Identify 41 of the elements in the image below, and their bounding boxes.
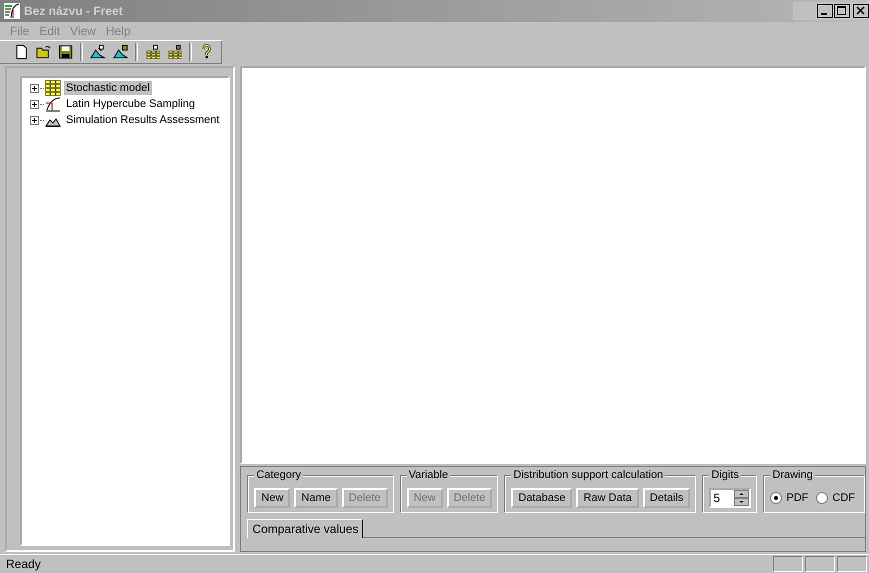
expand-toggle-icon[interactable] [30, 116, 39, 124]
open-folder-icon[interactable] [36, 44, 52, 60]
spin-arrows-icon[interactable] [734, 490, 750, 506]
radio-button[interactable] [816, 492, 828, 504]
group-title: Digits [709, 469, 741, 481]
grid-icon[interactable] [166, 44, 182, 60]
radio-label[interactable]: PDF [786, 492, 808, 504]
status-pane [805, 556, 835, 572]
tree-item[interactable]: Latin Hypercube Sampling [64, 97, 198, 111]
expand-toggle-icon[interactable] [30, 100, 39, 108]
group-title: Distribution support calculation [511, 469, 666, 481]
minimize-button[interactable] [817, 4, 833, 18]
button[interactable]: Details [642, 488, 690, 508]
button[interactable]: Name [294, 488, 338, 508]
close-button[interactable] [853, 4, 869, 18]
save-icon[interactable] [58, 44, 74, 60]
chart-icon[interactable] [112, 44, 128, 60]
radio-button[interactable] [770, 492, 782, 504]
grid-icon[interactable] [144, 44, 160, 60]
radio-label[interactable]: CDF [832, 492, 855, 504]
app-icon [4, 3, 20, 19]
group-title: Category [254, 469, 304, 481]
tree-item[interactable]: Simulation Results Assessment [64, 113, 222, 127]
button[interactable]: Database [511, 488, 572, 508]
group-title: Variable [406, 469, 450, 481]
maximize-button[interactable] [834, 4, 850, 18]
tab[interactable]: Comparative values [247, 519, 364, 538]
chart-icon[interactable] [90, 44, 106, 60]
expand-toggle-icon[interactable] [30, 84, 39, 92]
grid-icon [45, 80, 61, 96]
spin-field[interactable]: 5 [709, 488, 752, 508]
button[interactable]: Raw Data [576, 488, 639, 508]
button[interactable]: New [254, 488, 290, 508]
status-text: Ready [5, 557, 42, 571]
new-file-icon[interactable] [14, 44, 30, 60]
status-pane [837, 556, 867, 572]
tree-item[interactable]: Stochastic model [64, 81, 152, 95]
group-title: Drawing [770, 469, 815, 481]
curve-icon [45, 96, 61, 112]
window-title: Bez názvu - Freet [24, 4, 124, 18]
status-pane [773, 556, 803, 572]
